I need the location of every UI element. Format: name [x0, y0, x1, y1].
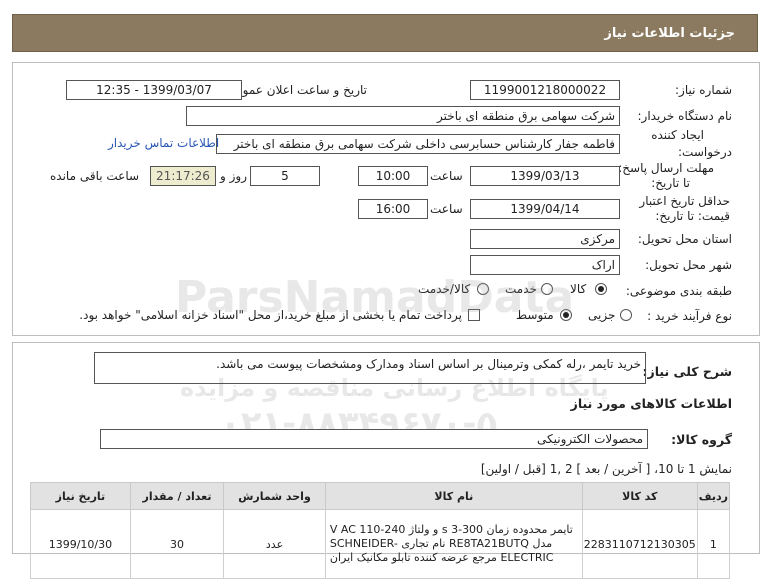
category-label: طبقه بندی موضوعی: [625, 284, 732, 298]
description-field: خرید تایمر ،رله کمکی وترمینال بر اساس اس… [94, 352, 646, 384]
days-label: روز و [220, 169, 247, 183]
remaining-time-field: 21:17:26 [150, 166, 216, 186]
province-label: استان محل تحویل: [637, 232, 732, 246]
goods-section-title: اطلاعات کالاهای مورد نیاز [570, 396, 732, 411]
category-goods-service-radio[interactable] [477, 283, 489, 295]
process-medium-radio[interactable] [560, 309, 572, 321]
goods-table-header: ردیف کد کالا نام کالا واحد شمارش تعداد /… [30, 482, 731, 510]
announce-date-field: 1399/03/07 - 12:35 [66, 80, 242, 100]
province-field: مرکزی [470, 229, 620, 249]
creator-label-line2: درخواست: [678, 145, 732, 159]
need-number-label: شماره نیاز: [675, 83, 732, 97]
city-field: اراک [470, 255, 620, 275]
announce-date-label: تاریخ و ساعت اعلان عمومی: [222, 83, 367, 97]
process-minor-label: جزیی [588, 308, 616, 322]
send-deadline-label-line2: تا تاریخ: [651, 176, 690, 190]
goods-group-field: محصولات الکترونیکی [100, 429, 648, 449]
send-date-field: 1399/03/13 [470, 166, 620, 186]
goods-group-label: گروه کالا: [671, 432, 732, 447]
category-service-label: خدمت [505, 282, 537, 296]
buyer-contact-link[interactable]: اطلاعات تماس خریدار [108, 136, 219, 150]
category-service-radio[interactable] [541, 283, 553, 295]
price-validity-time-field: 16:00 [358, 199, 428, 219]
row-name: تایمر محدوده زمان 300-3 s و ولتاژ V AC 1… [324, 509, 583, 579]
page-title: جزئیات اطلاعات نیاز [604, 26, 735, 41]
send-time-field: 10:00 [358, 166, 428, 186]
price-validity-time-label: ساعت [430, 202, 463, 216]
page-header: جزئیات اطلاعات نیاز [12, 14, 758, 52]
row-date: 1399/10/30 [30, 509, 131, 579]
category-goods-radio[interactable] [595, 283, 607, 295]
row-unit: عدد [223, 509, 326, 579]
remaining-time-label: ساعت باقی مانده [50, 169, 140, 183]
price-validity-date-field: 1399/04/14 [470, 199, 620, 219]
column-header-unit: واحد شمارش [223, 482, 326, 510]
buyer-label: نام دستگاه خریدار: [637, 109, 733, 123]
description-label: شرح کلی نیاز: [642, 364, 732, 379]
pagination[interactable]: نمایش 1 تا 10، [ آخرین / بعد ] 2 ,1 [قبل… [481, 462, 732, 476]
process-medium-label: متوسط [516, 308, 554, 322]
city-label: شهر محل تحویل: [645, 258, 732, 272]
process-minor-radio[interactable] [620, 309, 632, 321]
creator-field: فاطمه جفار کارشناس حسابرسی داخلی شرکت سه… [216, 134, 620, 154]
send-deadline-label-line1: مهلت ارسال پاسخ: [618, 161, 714, 175]
column-header-qty: تعداد / مقدار [129, 482, 225, 510]
table-row: 1 2283110712130305 تایمر محدوده زمان 300… [30, 509, 731, 579]
category-goods-service-label: کالا/خدمت [418, 282, 471, 296]
goods-table: ردیف کد کالا نام کالا واحد شمارش تعداد /… [30, 482, 731, 579]
days-remaining-field: 5 [250, 166, 320, 186]
price-validity-label-line1: حداقل تاریخ اعتبار [639, 194, 730, 208]
treasury-payment-checkbox[interactable] [468, 309, 480, 321]
row-qty: 30 [129, 509, 225, 579]
column-header-date: تاریخ نیاز [30, 482, 131, 510]
column-header-index: ردیف [696, 482, 731, 510]
treasury-payment-note: پرداخت تمام یا بخشی از مبلغ خرید،از محل … [79, 308, 462, 322]
row-code: 2283110712130305 [581, 509, 698, 579]
column-header-name: نام کالا [324, 482, 583, 510]
row-index: 1 [696, 509, 731, 579]
buyer-field: شرکت سهامی برق منطقه ای باختر [186, 106, 620, 126]
send-time-label: ساعت [430, 169, 463, 183]
category-goods-label: کالا [570, 282, 587, 296]
creator-label-line1: ایجاد کننده [651, 128, 704, 142]
column-header-code: کد کالا [581, 482, 698, 510]
process-type-label: نوع فرآیند خرید : [647, 309, 732, 323]
need-number-field: 1199001218000022 [470, 80, 620, 100]
price-validity-label-line2: قیمت: تا تاریخ: [655, 209, 730, 223]
